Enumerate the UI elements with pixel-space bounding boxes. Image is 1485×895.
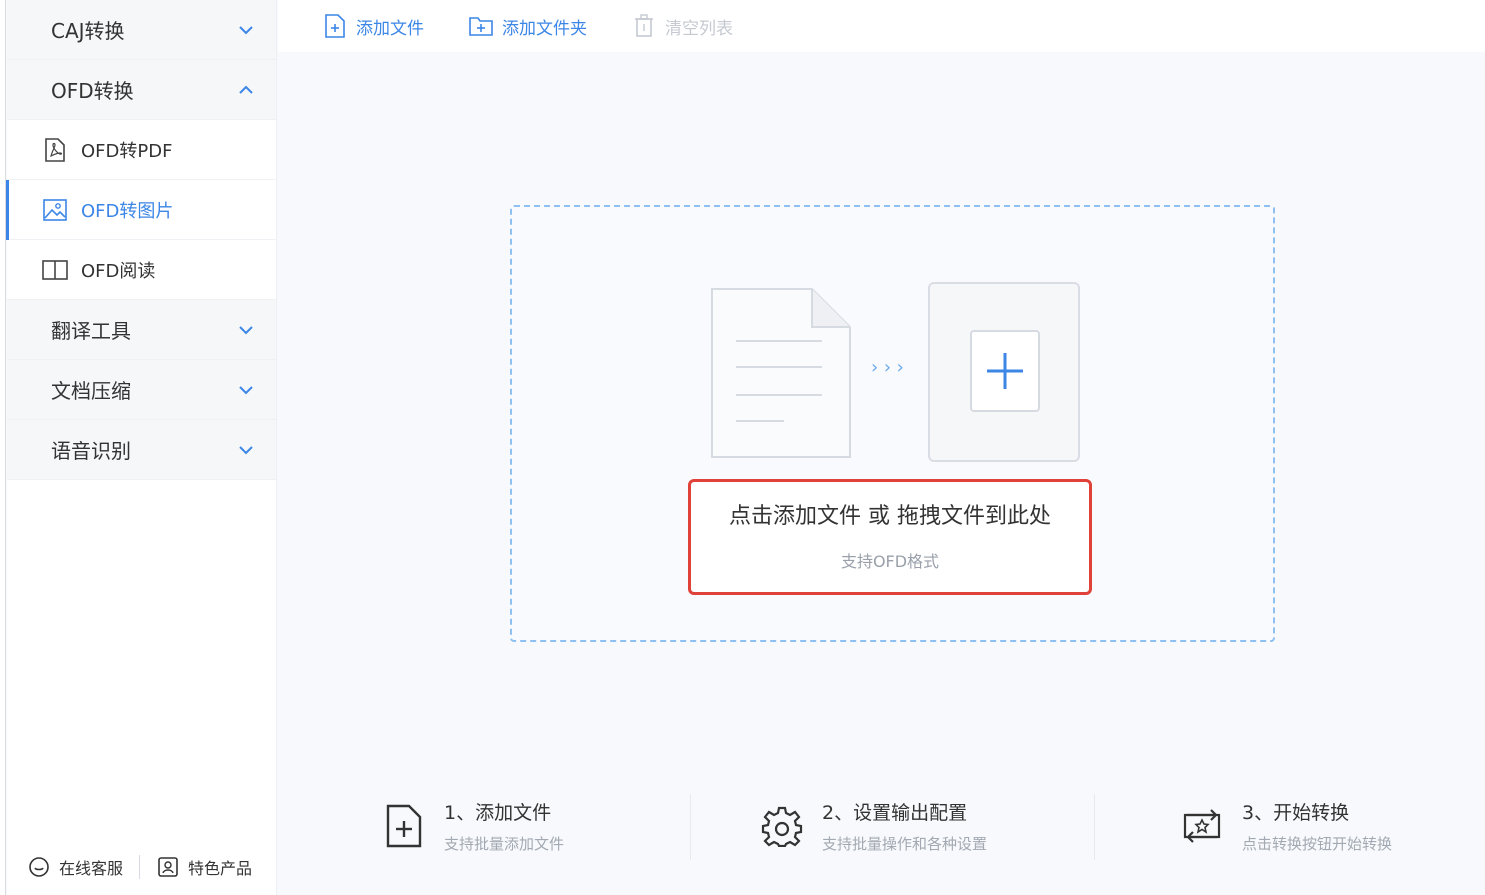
sidebar-group-translate[interactable]: 翻译工具 (7, 300, 276, 360)
plus-icon (970, 330, 1040, 412)
drop-main-text: 点击添加文件 或 拖拽文件到此处 (729, 504, 1051, 529)
toolbar: 添加文件 添加文件夹 清空列表 (278, 0, 1485, 52)
sidebar-item-label: OFD转PDF (81, 140, 173, 162)
add-folder-icon (468, 13, 494, 39)
footer-divider (139, 855, 141, 879)
window-edge (0, 0, 6, 895)
chevron-down-icon (236, 320, 256, 340)
gear-icon (758, 802, 806, 850)
sidebar-item-ofd-to-pdf[interactable]: OFD转PDF (7, 120, 276, 180)
steps-bar: 1、添加文件 支持批量添加文件 2、设置输出配置 支持批量操作和各种设置 3、开… (278, 780, 1485, 870)
add-card[interactable] (928, 282, 1080, 462)
step-divider (690, 794, 691, 860)
clear-list-label: 清空列表 (665, 18, 733, 39)
sidebar-item-label: OFD转图片 (81, 200, 174, 222)
drop-format-hint: 支持OFD格式 (840, 552, 940, 571)
step-title: 2、设置输出配置 (822, 802, 968, 824)
step-desc: 点击转换按钮开始转换 (1242, 835, 1393, 853)
sidebar-group-label: OFD转换 (51, 79, 134, 103)
sidebar-group-ofd[interactable]: OFD转换 (7, 60, 276, 120)
step-divider (1094, 794, 1095, 860)
user-card-icon (156, 855, 180, 879)
sidebar: CAJ转换 OFD转换 OFD转PDF OFD转图片 OFD阅读 翻译工具 文档… (6, 0, 277, 895)
pdf-file-icon (41, 136, 69, 164)
arrow-right-icon: ››› (869, 357, 908, 378)
step-start-convert: 3、开始转换 点击转换按钮开始转换 (1178, 798, 1392, 854)
chevron-down-icon (236, 20, 256, 40)
sidebar-item-ofd-to-image[interactable]: OFD转图片 (6, 180, 276, 240)
step-desc: 支持批量添加文件 (444, 835, 565, 853)
add-file-icon (322, 13, 348, 39)
add-folder-label: 添加文件夹 (502, 18, 587, 39)
online-service-button[interactable]: 在线客服 (27, 855, 123, 879)
sidebar-group-label: 文档压缩 (51, 379, 131, 403)
sidebar-group-compress[interactable]: 文档压缩 (7, 360, 276, 420)
featured-products-button[interactable]: 特色产品 (156, 855, 252, 879)
add-folder-button[interactable]: 添加文件夹 (468, 13, 587, 39)
add-file-label: 添加文件 (356, 18, 424, 39)
clear-list-button[interactable]: 清空列表 (631, 13, 733, 39)
chat-bubble-icon (27, 855, 51, 879)
step-output-settings: 2、设置输出配置 支持批量操作和各种设置 (758, 798, 987, 854)
document-illustration-icon (710, 287, 852, 459)
trash-icon (631, 13, 657, 39)
file-drop-zone[interactable]: ››› 点击添加文件 或 拖拽文件到此处 支持OFD格式 (510, 205, 1275, 642)
sidebar-group-label: 语音识别 (51, 439, 131, 463)
chevron-up-icon (236, 80, 256, 100)
chevron-down-icon (236, 440, 256, 460)
add-file-button[interactable]: 添加文件 (322, 13, 424, 39)
step-desc: 支持批量操作和各种设置 (822, 835, 988, 853)
sidebar-group-label: 翻译工具 (51, 319, 131, 343)
sidebar-item-label: OFD阅读 (81, 260, 156, 282)
step-title: 3、开始转换 (1242, 802, 1350, 824)
convert-icon (1178, 802, 1226, 850)
featured-products-label: 特色产品 (188, 859, 253, 878)
sidebar-group-speech[interactable]: 语音识别 (7, 420, 276, 480)
drop-instructions[interactable]: 点击添加文件 或 拖拽文件到此处 支持OFD格式 (688, 479, 1092, 595)
sidebar-footer: 在线客服 特色产品 (7, 839, 277, 895)
step-title: 1、添加文件 (444, 802, 552, 824)
step-add-file: 1、添加文件 支持批量添加文件 (380, 798, 564, 854)
sidebar-group-label: CAJ转换 (51, 19, 125, 43)
image-file-icon (41, 196, 69, 224)
add-file-icon (380, 802, 428, 850)
book-open-icon (41, 256, 69, 284)
online-service-label: 在线客服 (59, 859, 124, 878)
sidebar-group-caj[interactable]: CAJ转换 (7, 0, 276, 60)
chevron-down-icon (236, 380, 256, 400)
sidebar-item-ofd-read[interactable]: OFD阅读 (7, 240, 276, 300)
